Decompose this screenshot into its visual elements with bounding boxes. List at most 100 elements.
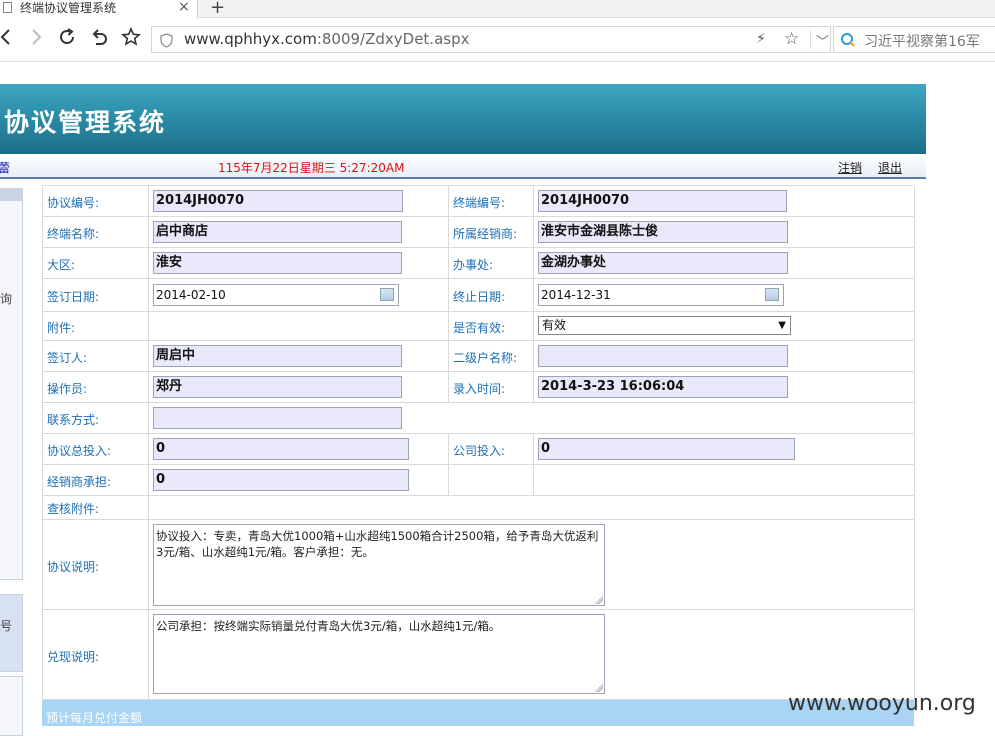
- dealer-bear-field[interactable]: 0: [153, 469, 409, 491]
- search-suggestion: 习近平视察第16军: [864, 34, 980, 50]
- terminal-no-label: 终端编号:: [453, 196, 506, 210]
- tab-bar: 终端协议管理系统 × +: [0, 0, 995, 18]
- agreement-desc-textarea[interactable]: 协议投入：专卖，青岛大优1000箱+山水超纯1500箱合计2500箱，给予青岛大…: [153, 524, 605, 606]
- entry-time-field[interactable]: 2014-3-23 16:06:04: [538, 376, 788, 398]
- office-label: 办事处:: [453, 258, 494, 272]
- terminal-no-field[interactable]: 2014JH0070: [538, 190, 787, 212]
- form-row: 附件: 是否有效: 有效 ▼: [43, 312, 915, 341]
- favorite-star-icon[interactable]: ☆: [784, 29, 799, 49]
- company-invest-label: 公司投入:: [453, 444, 506, 458]
- verify-attach-label: 查核附件:: [47, 502, 100, 516]
- url-path: :8009/ZdxyDet.aspx: [316, 30, 470, 48]
- sidebar-menu-panel: [0, 188, 23, 580]
- form-row: 签订人: 周启中 二级户名称:: [43, 341, 915, 372]
- sign-date-field[interactable]: 2014-02-10: [153, 284, 399, 306]
- cash-desc-label: 兑现说明:: [47, 650, 100, 664]
- agreement-detail-form: 协议编号: 2014JH0070 终端编号: 2014JH0070 终端名称: …: [42, 185, 915, 700]
- valid-value: 有效: [542, 318, 567, 332]
- resize-grip-icon[interactable]: [595, 684, 603, 692]
- valid-select[interactable]: 有效 ▼: [538, 316, 791, 335]
- attachment-cell: [149, 312, 449, 340]
- end-date-value: 2014-12-31: [541, 288, 611, 302]
- chevron-down-icon[interactable]: ﹀: [816, 31, 829, 50]
- office-field[interactable]: 金湖办事处: [538, 252, 788, 274]
- terminal-name-field[interactable]: 启中商店: [153, 221, 402, 243]
- agreement-no-field[interactable]: 2014JH0070: [153, 190, 403, 212]
- operator-field[interactable]: 郑丹: [153, 376, 402, 398]
- operator-label: 操作员:: [47, 382, 88, 396]
- form-row: 终端名称: 启中商店 所属经销商: 淮安市金湖县陈士俊: [43, 217, 915, 248]
- page-icon: [3, 2, 12, 13]
- page-title: 协议管理系统: [4, 108, 167, 137]
- search-icon: [841, 33, 855, 47]
- terminal-name-label: 终端名称:: [47, 227, 100, 241]
- cash-desc-text: 公司承担：按终端实际销量兑付青岛大优3元/箱，山水超纯1元/箱。: [156, 619, 501, 633]
- entry-time-label: 录入时间:: [453, 382, 506, 396]
- new-tab-button[interactable]: +: [210, 0, 225, 18]
- lightning-icon[interactable]: ⚡: [756, 31, 766, 47]
- form-row: 协议总投入: 0 公司投入: 0: [43, 434, 915, 465]
- resize-grip-icon[interactable]: [595, 596, 603, 604]
- watermark: www.wooyun.org: [788, 691, 976, 716]
- form-row: 协议编号: 2014JH0070 终端编号: 2014JH0070: [43, 186, 915, 217]
- form-row: 联系方式:: [43, 403, 915, 434]
- search-box[interactable]: 习近平视察第16军: [833, 26, 995, 53]
- empty-cell: [534, 465, 915, 495]
- total-invest-label: 协议总投入:: [47, 444, 112, 458]
- monthly-payment-label: 预计每月兑付金额: [46, 711, 143, 725]
- monthly-payment-section-header: 预计每月兑付金额: [42, 700, 914, 726]
- user-name: 张蕾: [0, 161, 11, 175]
- signer-field[interactable]: 周启中: [153, 345, 402, 367]
- divider: [810, 30, 811, 49]
- sidebar-item-query[interactable]: 询: [0, 290, 12, 307]
- form-row: 协议说明: 协议投入：专卖，青岛大优1000箱+山水超纯1500箱合计2500箱…: [43, 520, 915, 610]
- bookmark-star-icon[interactable]: [120, 26, 142, 48]
- reload-icon[interactable]: [56, 26, 78, 48]
- logout-link[interactable]: 注销: [838, 159, 862, 176]
- secondary-label: 二级户名称:: [453, 351, 518, 365]
- dealer-field[interactable]: 淮安市金湖县陈士俊: [538, 221, 788, 243]
- secondary-field[interactable]: [538, 345, 788, 367]
- close-tab-icon[interactable]: ×: [178, 0, 190, 15]
- contact-label: 联系方式:: [47, 413, 100, 427]
- back-icon[interactable]: [0, 26, 18, 48]
- address-bar[interactable]: www.qphhyx.com:8009/ZdxyDet.aspx ⚡ ☆ ﹀: [151, 26, 831, 53]
- sidebar-item-number[interactable]: 号: [0, 617, 12, 634]
- info-bar: 张蕾 115年7月22日星期三 5:27:20AM 注销 退出: [0, 154, 926, 179]
- calendar-icon[interactable]: [380, 288, 394, 301]
- forward-icon[interactable]: [25, 26, 47, 48]
- sidebar-menu-panel-3: [0, 676, 23, 736]
- dealer-bear-label: 经销商承担:: [47, 475, 112, 489]
- end-date-label: 终止日期:: [453, 290, 506, 304]
- shield-icon: [160, 33, 173, 48]
- agreement-desc-label: 协议说明:: [47, 560, 100, 574]
- url-text: www.qphhyx.com:8009/ZdxyDet.aspx: [184, 30, 469, 48]
- browser-tab[interactable]: 终端协议管理系统 ×: [0, 0, 198, 18]
- dealer-label: 所属经销商:: [453, 227, 518, 241]
- contact-field[interactable]: [153, 407, 402, 429]
- sidebar-header: [0, 189, 22, 201]
- cash-desc-textarea[interactable]: 公司承担：按终端实际销量兑付青岛大优3元/箱，山水超纯1元/箱。: [153, 614, 605, 694]
- sign-date-value: 2014-02-10: [156, 288, 226, 302]
- region-field[interactable]: 淮安: [153, 252, 402, 274]
- valid-label: 是否有效:: [453, 321, 506, 335]
- exit-link[interactable]: 退出: [878, 159, 902, 176]
- region-label: 大区:: [47, 258, 76, 272]
- total-invest-field[interactable]: 0: [153, 438, 409, 460]
- undo-icon[interactable]: [88, 26, 110, 48]
- url-host: www.qphhyx.com: [184, 30, 317, 48]
- form-row: 查核附件:: [43, 496, 915, 520]
- calendar-icon[interactable]: [765, 288, 779, 301]
- form-row: 兑现说明: 公司承担：按终端实际销量兑付青岛大优3元/箱，山水超纯1元/箱。: [43, 610, 915, 700]
- end-date-field[interactable]: 2014-12-31: [538, 284, 784, 306]
- dropdown-arrow-icon: ▼: [778, 320, 786, 331]
- date-time: 115年7月22日星期三 5:27:20AM: [218, 161, 405, 175]
- system-banner: 协议管理系统: [0, 84, 926, 154]
- company-invest-field[interactable]: 0: [538, 438, 795, 460]
- sign-date-label: 签订日期:: [47, 290, 100, 304]
- verify-attach-cell: [149, 496, 915, 519]
- agreement-desc-text: 协议投入：专卖，青岛大优1000箱+山水超纯1500箱合计2500箱，给予青岛大…: [156, 529, 599, 559]
- form-row: 大区: 淮安 办事处: 金湖办事处: [43, 248, 915, 279]
- form-row: 签订日期: 2014-02-10 终止日期: 2014-12-31: [43, 279, 915, 312]
- signer-label: 签订人:: [47, 351, 88, 365]
